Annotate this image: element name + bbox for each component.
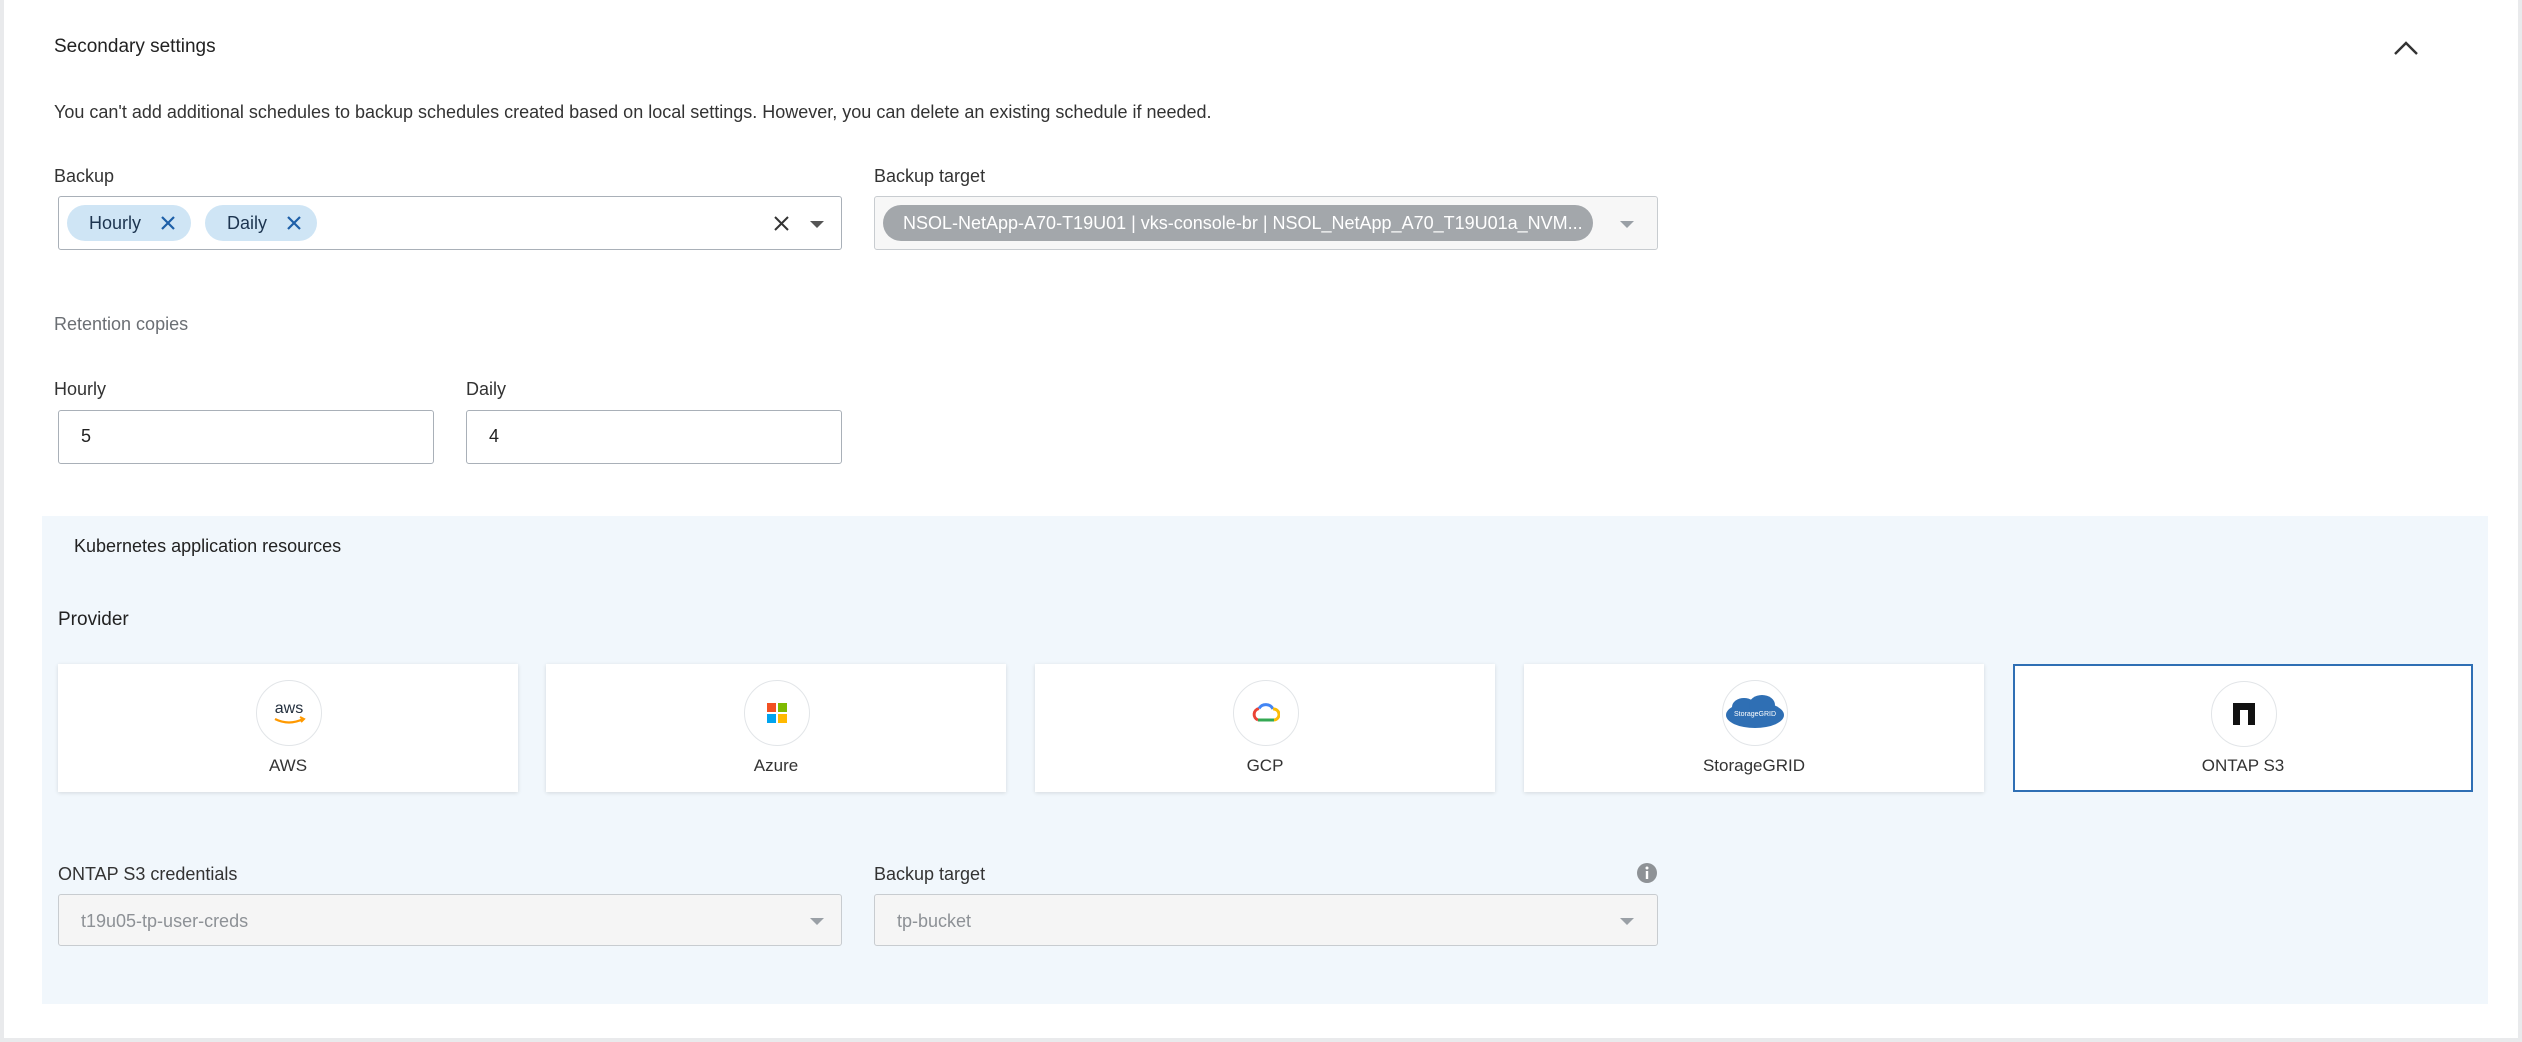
- info-icon[interactable]: [1636, 862, 1658, 884]
- chip-hourly-label: Hourly: [89, 212, 142, 233]
- hourly-retention-value: 5: [81, 426, 92, 446]
- microsoft-icon: [744, 680, 810, 746]
- caret-down-icon: [1620, 220, 1634, 228]
- close-icon: [287, 216, 301, 230]
- daily-retention-input[interactable]: 4: [466, 410, 842, 464]
- aws-icon: aws: [256, 680, 322, 746]
- backup-multiselect[interactable]: Hourly Daily: [58, 196, 842, 250]
- provider-card-aws[interactable]: aws AWS: [58, 664, 518, 792]
- kubernetes-heading: Kubernetes application resources: [74, 536, 342, 556]
- daily-retention-value: 4: [489, 426, 500, 446]
- chip-daily: Daily: [205, 205, 318, 241]
- close-icon: [161, 216, 175, 230]
- credentials-select[interactable]: t19u05-tp-user-creds: [58, 894, 842, 946]
- bucket-target-label: Backup target: [874, 864, 986, 884]
- bucket-target-dropdown-toggle[interactable]: [1617, 911, 1637, 931]
- hourly-retention-input[interactable]: 5: [58, 410, 434, 464]
- info-note: You can't add additional schedules to ba…: [54, 102, 1212, 122]
- remove-hourly-button[interactable]: [157, 212, 179, 234]
- storagegrid-logo-text: StorageGRID: [1734, 711, 1776, 718]
- close-icon: [773, 215, 789, 231]
- remove-daily-button[interactable]: [283, 212, 305, 234]
- chevron-up-icon: [2394, 41, 2418, 55]
- caret-down-icon: [810, 917, 824, 925]
- caret-down-icon: [1620, 917, 1634, 925]
- section-title: Secondary settings: [54, 36, 216, 57]
- netapp-icon: [2211, 681, 2277, 747]
- google-cloud-icon: [1233, 680, 1299, 746]
- provider-card-gcp[interactable]: GCP: [1035, 664, 1495, 792]
- provider-label-azure: Azure: [753, 756, 799, 775]
- chip-hourly: Hourly: [67, 205, 192, 241]
- provider-label-storagegrid: StorageGRID: [1702, 756, 1806, 775]
- backup-label: Backup: [54, 166, 115, 186]
- credentials-dropdown-toggle[interactable]: [807, 911, 827, 931]
- provider-label-gcp: GCP: [1246, 756, 1284, 775]
- provider-card-storagegrid[interactable]: StorageGRID StorageGRID: [1524, 664, 1984, 792]
- backup-target-label: Backup target: [874, 166, 986, 186]
- collapse-button[interactable]: [2388, 30, 2424, 66]
- bucket-target-value: tp-bucket: [897, 911, 972, 931]
- provider-label-ontap-s3: ONTAP S3: [2201, 756, 2285, 775]
- backup-target-dropdown-toggle[interactable]: [1617, 214, 1637, 234]
- caret-down-icon: [810, 220, 824, 228]
- bucket-target-select[interactable]: tp-bucket: [874, 894, 1658, 946]
- backup-target-chip: NSOL-NetApp-A70-T19U01 | vks-console-br …: [883, 205, 1593, 241]
- storagegrid-icon: StorageGRID: [1722, 680, 1788, 746]
- provider-card-azure[interactable]: Azure: [546, 664, 1006, 792]
- retention-heading: Retention copies: [54, 314, 189, 334]
- aws-logo-text: aws: [275, 700, 303, 717]
- credentials-value: t19u05-tp-user-creds: [81, 911, 249, 931]
- backup-dropdown-toggle[interactable]: [807, 214, 827, 234]
- daily-label: Daily: [466, 379, 507, 399]
- provider-card-ontap-s3[interactable]: ONTAP S3: [2013, 664, 2473, 792]
- backup-target-select[interactable]: NSOL-NetApp-A70-T19U01 | vks-console-br …: [874, 196, 1658, 250]
- credentials-label: ONTAP S3 credentials: [58, 864, 238, 884]
- clear-all-button[interactable]: [771, 213, 791, 233]
- hourly-label: Hourly: [54, 379, 107, 399]
- chip-daily-label: Daily: [227, 212, 268, 233]
- provider-label: Provider: [58, 609, 129, 630]
- provider-label-aws: AWS: [268, 756, 308, 775]
